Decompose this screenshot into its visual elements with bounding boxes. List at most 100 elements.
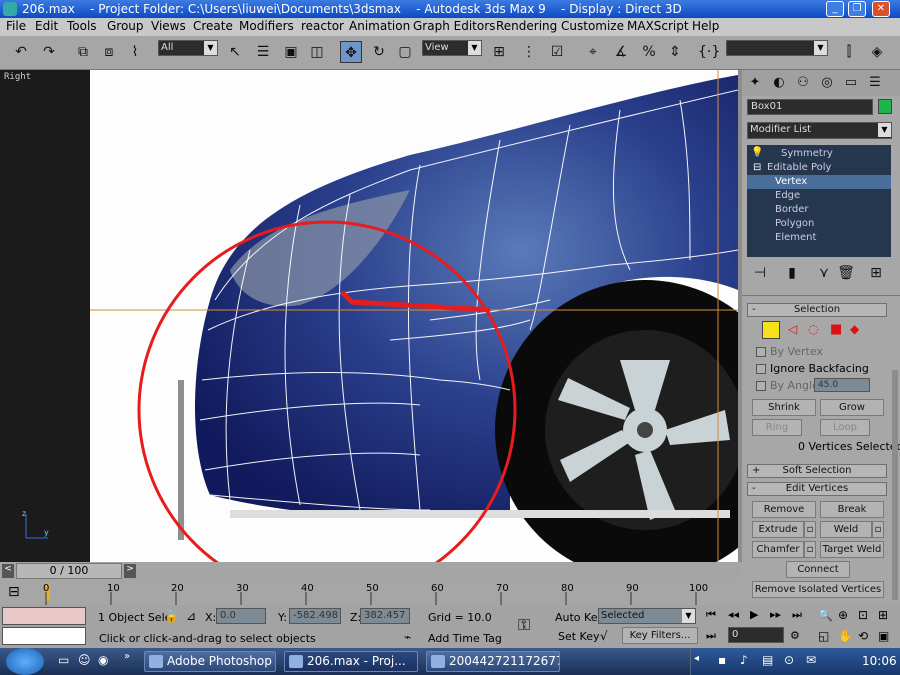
menu-views[interactable]: Views (151, 19, 186, 33)
tray-app-icon[interactable]: ▤ (762, 653, 773, 667)
object-name-field[interactable]: Box01 (747, 99, 873, 115)
move-icon[interactable]: ✥ (340, 41, 362, 63)
z-coordinate-field[interactable]: 382.457 (360, 608, 410, 624)
select-by-name-icon[interactable]: ☰ (252, 41, 274, 63)
shrink-button[interactable]: Shrink (752, 399, 816, 416)
maxscript-listener-output[interactable] (2, 627, 86, 645)
named-selection-set-dropdown[interactable]: ▼ (726, 40, 828, 56)
ignore-backfacing-checkbox[interactable] (756, 364, 766, 374)
polygon-mode-icon[interactable]: ■ (830, 322, 842, 337)
task-3dsmax[interactable]: 206.max - Proj... (284, 651, 418, 672)
spinner-snap-icon[interactable]: ⇕ (664, 41, 686, 63)
add-time-tag-button[interactable]: Add Time Tag (428, 632, 502, 645)
menu-graph-editors[interactable]: Graph Editors (413, 19, 495, 33)
display-tab-icon[interactable]: ▭ (840, 72, 862, 94)
utilities-tab-icon[interactable]: ☰ (864, 72, 886, 94)
object-color-swatch[interactable] (878, 99, 892, 114)
modifier-list-dropdown[interactable]: Modifier List ▼ (747, 122, 892, 139)
lightbulb-icon[interactable]: 💡 (751, 147, 763, 158)
stack-item-polygon[interactable]: Polygon (775, 218, 814, 229)
track-bar[interactable]: ⊟ 0 10 20 30 40 50 60 70 80 90 100 (0, 580, 742, 605)
show-desktop-icon[interactable]: ▭ (58, 653, 69, 667)
menu-file[interactable]: File (6, 19, 26, 33)
vertex-mode-icon[interactable] (762, 321, 780, 339)
stack-item-editable-poly[interactable]: Editable Poly (767, 162, 831, 173)
menu-modifiers[interactable]: Modifiers (239, 19, 294, 33)
selection-rollout-header[interactable]: - Selection (747, 303, 887, 317)
stack-item-element[interactable]: Element (775, 232, 816, 243)
window-crossing-icon[interactable]: ◫ (306, 41, 328, 63)
key-mode-dropdown[interactable]: Selected ▼ (598, 608, 696, 624)
pivot-center-icon[interactable]: ⊞ (488, 41, 510, 63)
open-mini-curve-editor-icon[interactable]: ⊟ (8, 584, 20, 600)
percent-snap-icon[interactable]: % (638, 41, 660, 63)
zoom-extents-icon[interactable]: ⊡ (858, 608, 868, 622)
extrude-button[interactable]: Extrude (752, 521, 804, 538)
chamfer-settings-button[interactable]: ▫ (804, 541, 816, 558)
axis-constraint-icon[interactable]: ⋮ (518, 41, 540, 63)
align-icon[interactable]: ◈ (866, 41, 888, 63)
messenger-icon[interactable]: ☺ (78, 653, 91, 667)
clock[interactable]: 10:06 (862, 654, 897, 668)
stack-item-edge[interactable]: Edge (775, 190, 800, 201)
named-selection-icon[interactable]: {·} (698, 41, 720, 63)
viewport-right[interactable] (90, 70, 738, 562)
menu-reactor[interactable]: reactor (301, 19, 344, 33)
loop-button[interactable]: Loop (820, 419, 870, 436)
prev-frame-icon[interactable]: < (2, 564, 14, 578)
zoom-icon[interactable]: 🔍 (818, 608, 833, 622)
menu-help[interactable]: Help (692, 19, 719, 33)
arc-rotate-icon[interactable]: ⟲ (858, 629, 868, 643)
menu-edit[interactable]: Edit (35, 19, 58, 33)
grow-button[interactable]: Grow (820, 399, 884, 416)
quicklaunch-more-icon[interactable]: » (124, 651, 130, 662)
border-mode-icon[interactable]: ◌ (808, 322, 818, 336)
default-in-out-tangents-icon[interactable]: √ (600, 629, 608, 643)
key-filters-button[interactable]: Key Filters... (622, 627, 698, 644)
command-panel-scrollbar[interactable] (892, 370, 898, 600)
set-key-icon[interactable]: ⚿ (518, 615, 530, 635)
lock-selection-icon[interactable]: 🔒 (164, 609, 179, 623)
field-of-view-icon[interactable]: ◱ (818, 629, 829, 643)
angle-spinner[interactable]: 45.0 (814, 378, 870, 392)
remove-isolated-vertices-button[interactable]: Remove Isolated Vertices (752, 581, 884, 598)
rectangle-selection-icon[interactable]: ▣ (280, 41, 302, 63)
modify-tab-icon[interactable]: ◐ (768, 72, 790, 94)
set-key-button[interactable]: Set Key (558, 630, 600, 643)
menu-animation[interactable]: Animation (349, 19, 410, 33)
quicklaunch-icon[interactable]: ◉ (98, 653, 108, 667)
task-image-viewer[interactable]: 200442721172677... (426, 651, 560, 672)
tray-app-icon[interactable]: ✉ (806, 653, 816, 667)
remove-modifier-icon[interactable]: 🗑 (835, 262, 857, 284)
minimize-button[interactable]: _ (826, 1, 844, 17)
zoom-all-icon[interactable]: ⊕ (838, 608, 848, 622)
go-to-end-icon[interactable]: ⏭ (792, 608, 802, 622)
menu-group[interactable]: Group (107, 19, 144, 33)
maximize-viewport-icon[interactable]: ▣ (878, 629, 889, 643)
bind-space-warp-icon[interactable]: ⌇ (124, 41, 146, 63)
viewport-label[interactable]: Right (4, 72, 31, 82)
task-photoshop[interactable]: Adobe Photoshop (144, 651, 276, 672)
menu-customize[interactable]: Customize (561, 19, 624, 33)
remove-button[interactable]: Remove (752, 501, 816, 518)
extrude-settings-button[interactable]: ▫ (804, 521, 816, 538)
configure-sets-icon[interactable]: ⊞ (865, 262, 887, 284)
ring-button[interactable]: Ring (752, 419, 802, 436)
link-icon[interactable]: ⧉ (72, 41, 94, 63)
manipulate-icon[interactable]: ☑ (546, 41, 568, 63)
selection-filter-dropdown[interactable]: All ▼ (158, 40, 218, 56)
unlink-icon[interactable]: ⧈ (98, 41, 120, 63)
show-end-result-icon[interactable]: ▮ (781, 262, 803, 284)
soft-selection-rollout-header[interactable]: + Soft Selection (747, 464, 887, 478)
time-slider[interactable]: 0 / 100 (16, 563, 122, 579)
pin-stack-icon[interactable]: ⊣ (749, 262, 771, 284)
break-button[interactable]: Break (820, 501, 884, 518)
angle-snap-icon[interactable]: ∡ (610, 41, 632, 63)
maxscript-listener-mini[interactable] (2, 607, 86, 625)
weld-settings-button[interactable]: ▫ (872, 521, 884, 538)
select-object-icon[interactable]: ↖ (224, 41, 246, 63)
edge-mode-icon[interactable]: ◁ (788, 322, 797, 336)
auto-key-button[interactable]: Auto Key (555, 611, 604, 624)
network-icon[interactable]: ▪ (718, 653, 726, 667)
reference-coordinate-dropdown[interactable]: View ▼ (422, 40, 482, 56)
